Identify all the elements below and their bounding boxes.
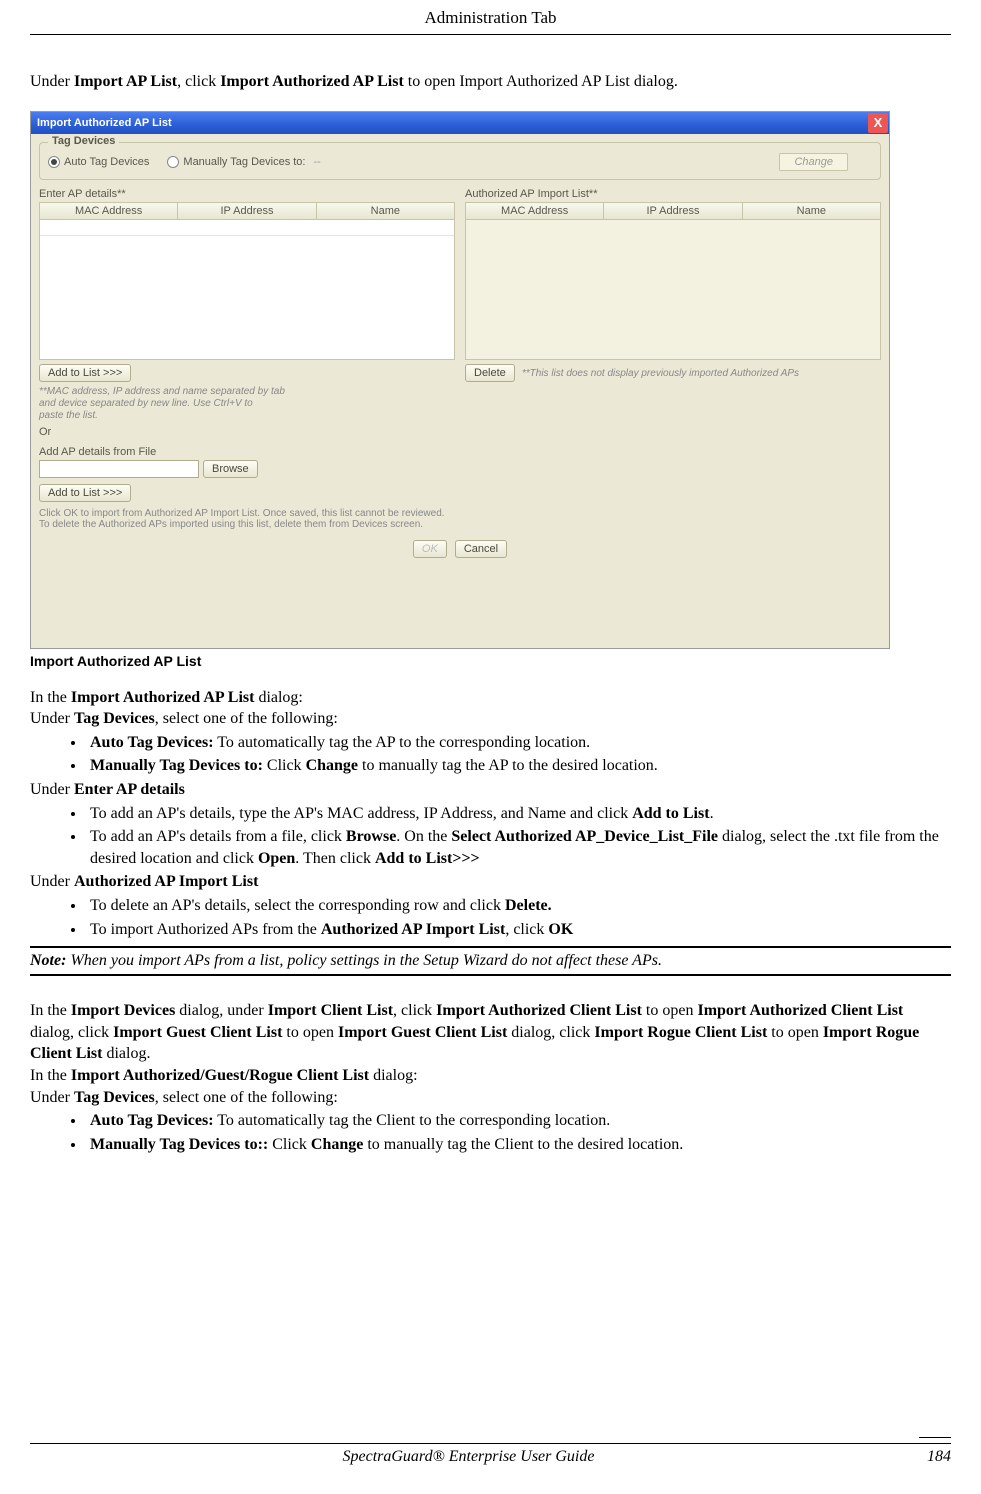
auth-table-header: MAC Address IP Address Name (465, 202, 881, 220)
body-section-2: In the Import Devices dialog, under Impo… (30, 1000, 951, 1155)
enter-ap-label: Enter AP details** (39, 188, 455, 200)
auth-table-body[interactable] (465, 220, 881, 360)
manual-tag-label: Manually Tag Devices to: (183, 156, 305, 168)
col-mac-2[interactable]: MAC Address (466, 203, 604, 219)
authorized-list-label: Authorized AP Import List** (465, 188, 881, 200)
change-button[interactable]: Change (779, 153, 848, 171)
note-label: Note: (30, 952, 66, 969)
manual-tag-value: -- (314, 156, 321, 168)
browse-button[interactable]: Browse (203, 460, 258, 478)
list-item: To add an AP's details, type the AP's MA… (86, 803, 951, 825)
list-item: Auto Tag Devices: To automatically tag t… (86, 1110, 951, 1132)
dialog-bottom-note: Click OK to import from Authorized AP Im… (31, 502, 889, 536)
header-title: Administration Tab (424, 8, 556, 27)
col-name[interactable]: Name (317, 203, 454, 219)
tag-devices-legend: Tag Devices (48, 135, 119, 147)
figure-caption: Import Authorized AP List (30, 653, 951, 669)
ap-table-header: MAC Address IP Address Name (39, 202, 455, 220)
col-ip[interactable]: IP Address (178, 203, 316, 219)
add-from-file-label: Add AP details from File (39, 446, 455, 458)
dialog-screenshot: Import Authorized AP List X Tag Devices … (30, 111, 890, 649)
ok-button[interactable]: OK (413, 540, 447, 558)
list-item: Manually Tag Devices to:: Click Change t… (86, 1134, 951, 1156)
page-number: 184 (927, 1448, 951, 1466)
col-name-2[interactable]: Name (743, 203, 880, 219)
col-mac[interactable]: MAC Address (40, 203, 178, 219)
list-item: To add an AP's details from a file, clic… (86, 826, 951, 869)
cancel-button[interactable]: Cancel (455, 540, 507, 558)
add-to-list-2-button[interactable]: Add to List >>> (39, 484, 131, 502)
delete-hint: **This list does not display previously … (522, 368, 799, 379)
list-item: Auto Tag Devices: To automatically tag t… (86, 732, 951, 754)
close-icon[interactable]: X (868, 113, 888, 133)
list-item: To delete an AP's details, select the co… (86, 895, 951, 917)
auto-tag-label: Auto Tag Devices (64, 156, 149, 168)
dialog-titlebar: Import Authorized AP List X (31, 112, 889, 134)
or-label: Or (39, 426, 455, 438)
note-text: When you import APs from a list, policy … (66, 952, 662, 969)
note-box: Note: When you import APs from a list, p… (30, 946, 951, 976)
manual-tag-radio[interactable] (167, 156, 179, 168)
footer-short-rule (919, 1437, 951, 1438)
dialog-title: Import Authorized AP List (37, 117, 172, 129)
body-section-1: In the Import Authorized AP List dialog:… (30, 687, 951, 941)
mac-hint: **MAC address, IP address and name separ… (39, 386, 455, 422)
authorized-list-panel: Authorized AP Import List** MAC Address … (465, 188, 881, 360)
delete-button[interactable]: Delete (465, 364, 515, 382)
add-to-list-button[interactable]: Add to List >>> (39, 364, 131, 382)
list-item: Manually Tag Devices to: Click Change to… (86, 755, 951, 777)
footer-title: SpectraGuard® Enterprise User Guide (30, 1448, 907, 1466)
file-input[interactable] (39, 460, 199, 478)
intro-paragraph: Under Import AP List, click Import Autho… (30, 71, 951, 93)
page-footer: SpectraGuard® Enterprise User Guide 184 (30, 1443, 951, 1466)
auto-tag-radio[interactable] (48, 156, 60, 168)
list-item: To import Authorized APs from the Author… (86, 919, 951, 941)
ap-table-body[interactable] (39, 220, 455, 360)
tag-devices-fieldset: Tag Devices Auto Tag Devices Manually Ta… (39, 142, 881, 180)
page-header: Administration Tab (30, 0, 951, 35)
col-ip-2[interactable]: IP Address (604, 203, 742, 219)
enter-ap-panel: Enter AP details** MAC Address IP Addres… (39, 188, 455, 360)
